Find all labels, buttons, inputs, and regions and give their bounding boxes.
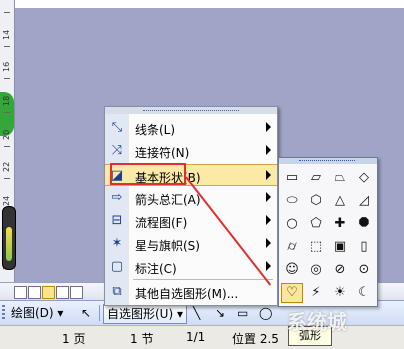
shape-option-icon[interactable]: ⬡ [305, 191, 327, 211]
menu-item-label: 星与旗帜(S) [135, 239, 200, 253]
shape-option-icon[interactable]: ⌭ [281, 237, 303, 257]
draw-label: 绘图(D) [11, 306, 54, 320]
submenu-arrow-icon [266, 192, 271, 202]
shape-option-icon[interactable]: ⚡ [305, 283, 327, 303]
menu-item-flowchart[interactable]: ⊟ 流程图(F) [105, 210, 277, 232]
stars-banners-icon: ✶ [111, 236, 123, 251]
web-view-icon[interactable] [28, 286, 41, 299]
shape-option-icon[interactable]: ☀ [329, 283, 351, 303]
shape-option-icon[interactable]: ✚ [329, 214, 351, 234]
status-position: 位置 2.5 [232, 332, 279, 346]
shape-option-icon[interactable]: ☺ [281, 260, 303, 280]
submenu-arrow-icon [266, 261, 271, 271]
shape-option-icon[interactable]: ▣ [329, 237, 351, 257]
autoshapes-button[interactable]: 自选图形(U) ▾ [103, 304, 187, 324]
shape-option-icon[interactable]: △ [329, 191, 351, 211]
menu-grip[interactable] [105, 107, 277, 114]
block-arrows-icon: ⇨ [111, 190, 123, 205]
ruler-number: 20 [2, 129, 11, 141]
arrow-tool-icon[interactable]: ↘ [212, 304, 228, 322]
submenu-arrow-icon [266, 215, 271, 225]
palette-grip[interactable] [279, 158, 377, 164]
shape-option-icon[interactable]: ⬚ [305, 237, 327, 257]
shape-option-icon[interactable]: ◿ [353, 191, 375, 211]
menu-item-stars-banners[interactable]: ✶ 星与旗帜(S) [105, 233, 277, 255]
shape-option-icon[interactable]: ◎ [305, 260, 327, 280]
word-window: 14 16 18 20 22 24 26 28 绘图(D) ▾ ↖ 自选图形(U… [0, 0, 404, 349]
submenu-arrow-icon [266, 122, 271, 132]
submenu-arrow-icon [266, 238, 271, 248]
status-page: 1 页 [62, 332, 86, 346]
status-page-count: 1/1 [186, 330, 206, 344]
select-objects-icon[interactable]: ↖ [78, 304, 94, 322]
autoshapes-menu: ⤡ 线条(L) ⤨ 连接符(N) ◪ 基本形状(B) ⇨ 箭头总汇(A) ⊟ 流… [104, 106, 278, 306]
more-autoshapes-icon: ⧉ [112, 284, 122, 299]
ruler-tick [4, 146, 10, 147]
ruler-tick [4, 46, 10, 47]
ruler-tick [4, 112, 10, 113]
status-section: 1 节 [130, 332, 154, 346]
shape-option-icon[interactable]: ☾ [353, 283, 375, 303]
vertical-ruler: 14 16 18 20 22 24 26 28 [0, 0, 16, 282]
ruler-number: 22 [2, 161, 11, 173]
shape-option-icon[interactable]: ▱ [305, 168, 327, 188]
menu-item-label: 流程图(F) [135, 216, 188, 230]
menu-item-label: 箭头总汇(A) [135, 193, 201, 207]
shape-option-icon[interactable]: ⬭ [281, 191, 303, 211]
outline-view-icon[interactable] [56, 286, 69, 299]
menu-item-connectors[interactable]: ⤨ 连接符(N) [105, 140, 277, 162]
ruler-number: 14 [2, 29, 11, 41]
ruler-tick [4, 12, 10, 13]
lines-icon: ⤡ [111, 120, 123, 135]
menu-item-more-autoshapes[interactable]: ⧉ 其他自选图形(M)... [105, 281, 277, 303]
basic-shapes-palette: ▭ ▱ ⏢ ◇ ⬭ ⬡ △ ◿ ○ ⬠ ✚ ⯃ ⌭ ⬚ ▣ ▯ ☺ ◎ ⊘ ⊙ ♡ ⚡ ☀ ☾ [278, 157, 378, 307]
shape-option-icon[interactable]: ⊙ [353, 260, 375, 280]
print-view-icon[interactable] [42, 286, 55, 299]
flowchart-icon: ⊟ [111, 213, 123, 228]
shape-option-icon[interactable]: ▭ [281, 168, 303, 188]
reading-view-icon[interactable] [70, 286, 83, 299]
shape-option-icon[interactable]: ⏢ [329, 168, 351, 188]
shape-option-icon[interactable]: ⬠ [305, 214, 327, 234]
menu-item-lines[interactable]: ⤡ 线条(L) [105, 117, 277, 139]
shape-option-icon[interactable]: ⯃ [353, 214, 375, 234]
watermark-text: 系统城 [287, 310, 347, 334]
ruler-tick [4, 178, 10, 179]
menu-item-label: 其他自选图形(M)... [135, 287, 239, 301]
ruler-number: 16 [2, 61, 11, 73]
normal-view-icon[interactable] [14, 286, 27, 299]
draw-menu-button[interactable]: 绘图(D) ▾ [8, 304, 66, 322]
shape-option-icon[interactable]: ⊘ [329, 260, 351, 280]
menu-item-block-arrows[interactable]: ⇨ 箭头总汇(A) [105, 187, 277, 209]
autoshapes-label: 自选图形(U) [107, 307, 174, 321]
toolbar-separator [99, 305, 100, 321]
submenu-arrow-icon [266, 145, 271, 155]
top-strip [14, 0, 404, 8]
connector-icon: ⤨ [111, 143, 123, 158]
submenu-arrow-icon [266, 170, 271, 180]
scroll-handle[interactable] [2, 206, 16, 270]
dropdown-arrow-icon: ▾ [53, 306, 64, 320]
ruler-number: 18 [2, 95, 11, 107]
menu-item-label: 连接符(N) [135, 146, 190, 160]
shape-option-icon[interactable]: ♡ [281, 283, 303, 303]
line-tool-icon[interactable]: ╲ [190, 304, 203, 322]
menu-item-label: 线条(L) [135, 123, 176, 137]
highlight-box [110, 163, 186, 185]
dropdown-arrow-icon: ▾ [173, 307, 183, 321]
oval-tool-icon[interactable]: ◯ [256, 304, 275, 322]
shape-option-icon[interactable]: ○ [281, 214, 303, 234]
ruler-tick [4, 78, 10, 79]
shape-option-icon[interactable]: ◇ [353, 168, 375, 188]
rectangle-tool-icon[interactable]: ▭ [234, 304, 251, 322]
toolbar-grip-icon[interactable] [2, 305, 5, 321]
watermark-logo: 系统城 [287, 303, 397, 341]
callouts-icon: ▢ [110, 259, 124, 274]
menu-item-label: 标注(C) [135, 262, 177, 276]
shape-option-icon[interactable]: ▯ [353, 237, 375, 257]
